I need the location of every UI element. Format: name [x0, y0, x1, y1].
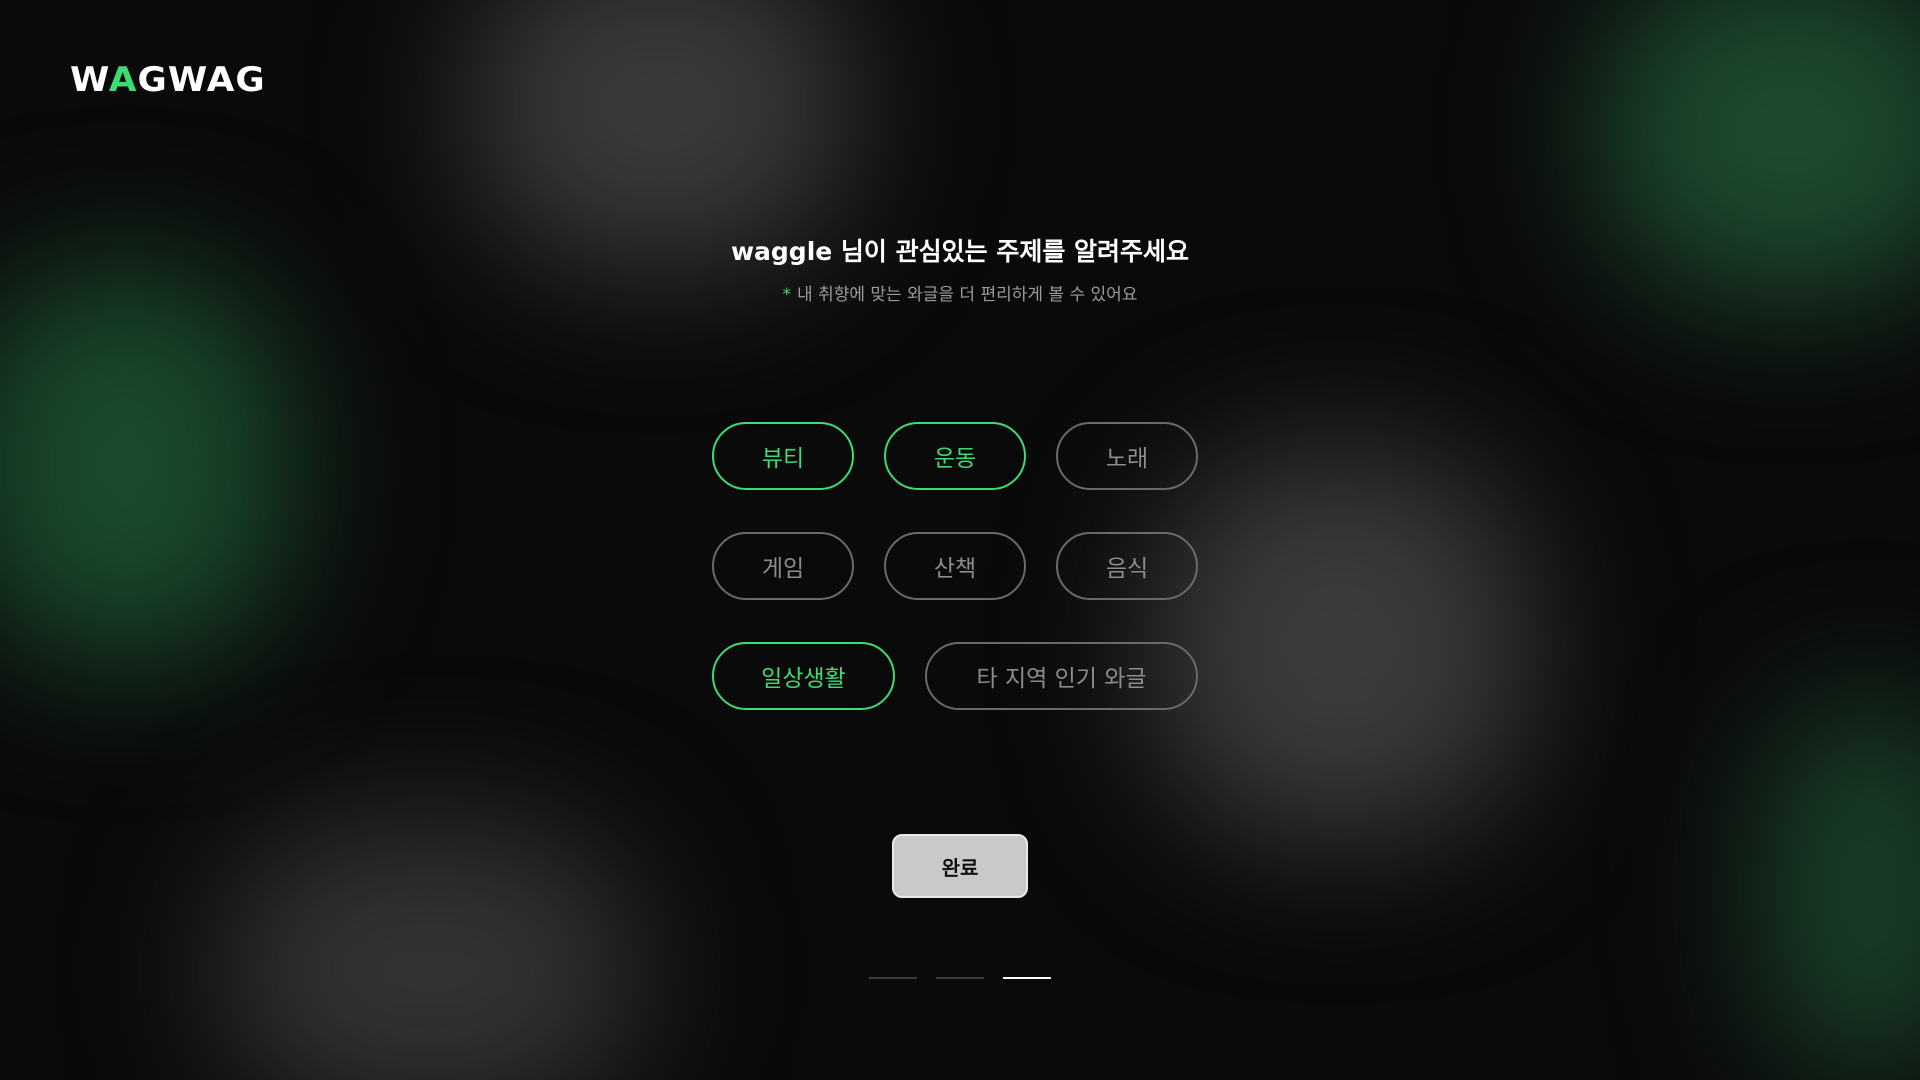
logo-text-accent: A: [108, 60, 138, 100]
page-title: waggle 님이 관심있는 주제를 알려주세요: [730, 237, 1190, 266]
logo-text-end: GWAG: [137, 60, 266, 100]
logo-text-start: W: [70, 60, 109, 100]
background-blob: [0, 270, 290, 660]
topic-chip-food[interactable]: 음식: [1056, 532, 1198, 600]
done-button[interactable]: 완료: [892, 834, 1028, 898]
progress-step-1: [869, 977, 917, 979]
topic-chip-other-region-popular[interactable]: 타 지역 인기 와글: [925, 642, 1198, 710]
progress-step-3: [1003, 977, 1051, 979]
topic-chip-walk[interactable]: 산책: [884, 532, 1026, 600]
note-text: 내 취향에 맞는 와글을 더 편리하게 볼 수 있어요: [797, 285, 1138, 305]
note-marker: *: [782, 285, 792, 305]
topic-chip-singing[interactable]: 노래: [1056, 422, 1198, 490]
wagwag-logo[interactable]: WAGWAG: [70, 60, 266, 100]
background-blob: [220, 820, 640, 1080]
topic-chip-exercise[interactable]: 운동: [884, 422, 1026, 490]
onboarding-screen: WAGWAG waggle 님이 관심있는 주제를 알려주세요 * 내 취향에 맞…: [0, 0, 1920, 1080]
topic-chip-beauty[interactable]: 뷰티: [712, 422, 854, 490]
page-subtitle: * 내 취향에 맞는 와글을 더 편리하게 볼 수 있어요: [0, 280, 1920, 305]
progress-step-2: [936, 977, 984, 979]
topic-chip-daily-life[interactable]: 일상생활: [712, 642, 895, 710]
background-blob: [1760, 700, 1920, 1080]
background-blob: [470, 0, 850, 270]
background-blob: [1150, 450, 1530, 840]
topic-chip-game[interactable]: 게임: [712, 532, 854, 600]
